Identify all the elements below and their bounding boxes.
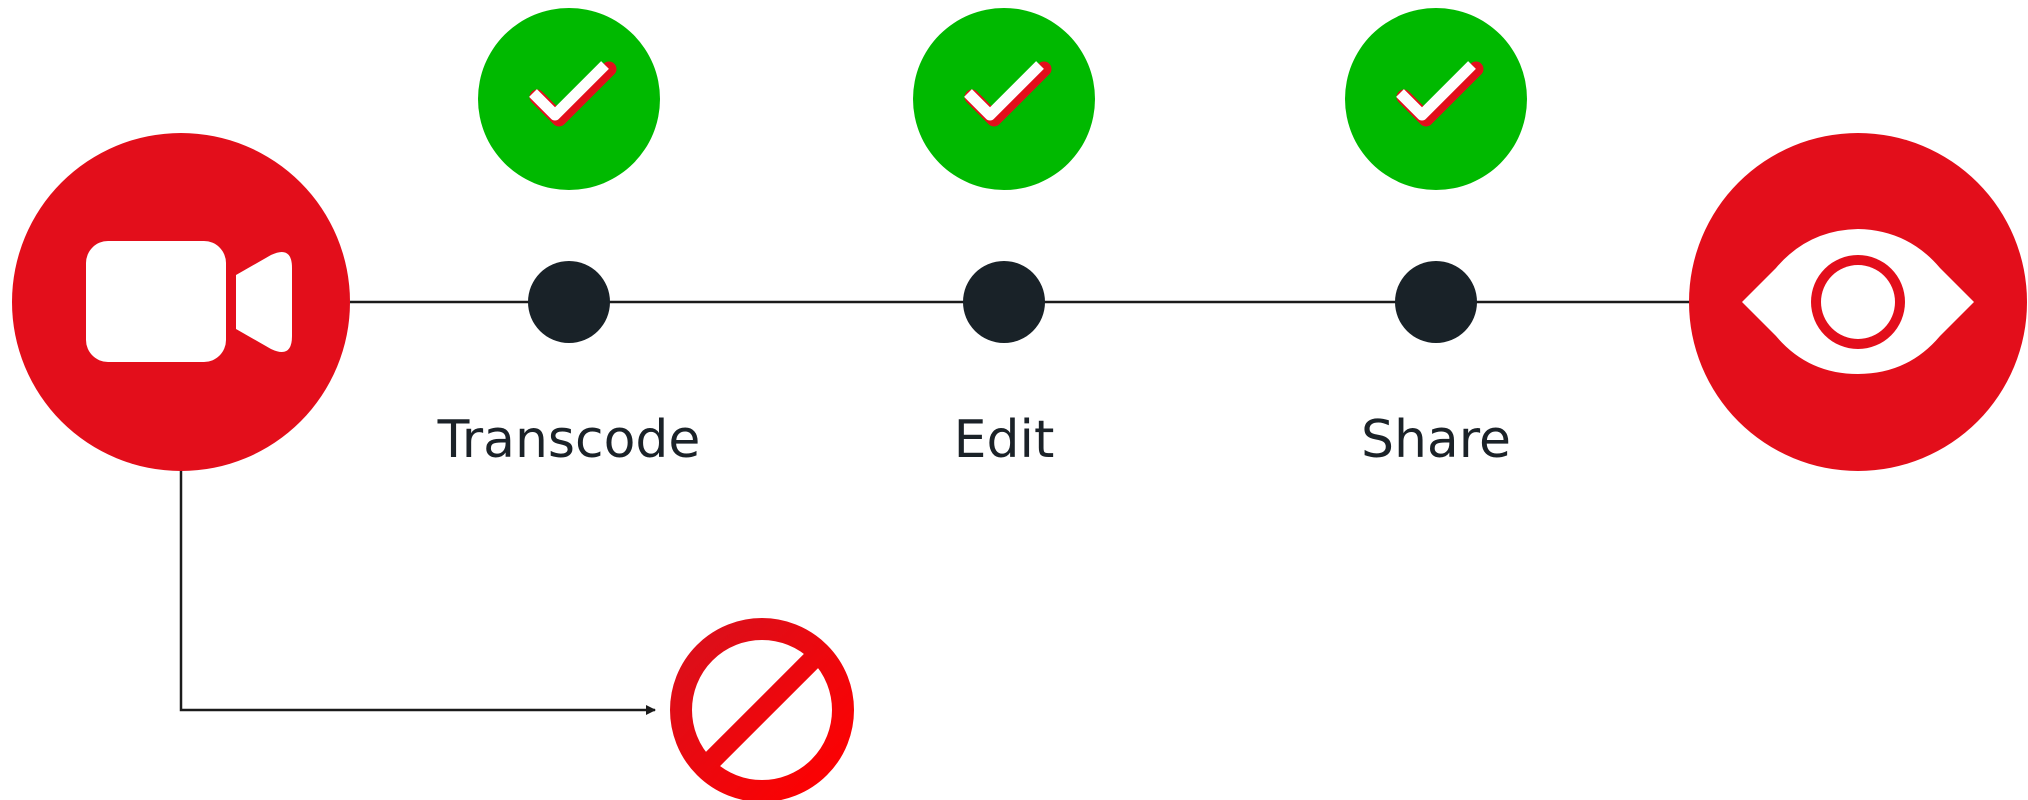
step-label: Share xyxy=(1361,410,1511,470)
failure-node xyxy=(670,618,854,800)
prohibited-icon xyxy=(670,618,854,800)
step-node xyxy=(1395,261,1477,343)
step-label: Edit xyxy=(954,410,1055,470)
pipeline-diagram: Transcode Edit Share xyxy=(12,8,2027,800)
step-node xyxy=(528,261,610,343)
step-label: Transcode xyxy=(437,410,701,470)
step-node xyxy=(963,261,1045,343)
failure-connector xyxy=(179,470,656,715)
step-transcode: Transcode xyxy=(437,8,701,470)
step-edit: Edit xyxy=(913,8,1095,470)
source-node xyxy=(12,133,350,471)
step-share: Share xyxy=(1345,8,1527,470)
destination-node xyxy=(1689,133,2027,471)
